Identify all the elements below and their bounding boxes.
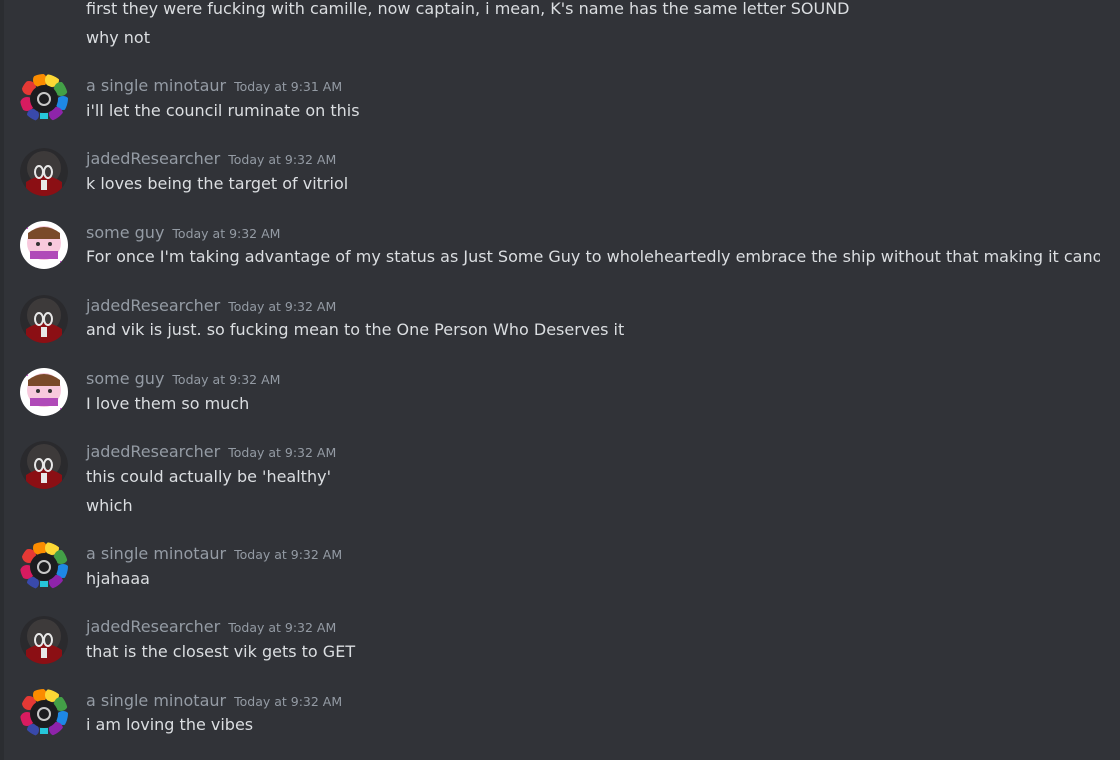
username[interactable]: jadedResearcher: [86, 617, 220, 636]
message-header: jadedResearcher Today at 9:32 AM: [86, 148, 336, 170]
pink-avatar-icon[interactable]: [20, 368, 68, 416]
message-text: and vik is just. so fucking mean to the …: [86, 320, 625, 339]
message-text: For once I'm taking advantage of my stat…: [86, 247, 1100, 266]
dark-avatar-icon[interactable]: [20, 441, 68, 489]
dark-avatar-icon[interactable]: [20, 148, 68, 196]
message-header: jadedResearcher Today at 9:32 AM: [86, 295, 336, 317]
message-text: k loves being the target of vitriol: [86, 174, 349, 193]
message-text: first they were fucking with camille, no…: [86, 0, 850, 18]
timestamp: Today at 9:32 AM: [172, 372, 281, 387]
message-header: jadedResearcher Today at 9:32 AM: [86, 616, 336, 638]
timestamp: Today at 9:31 AM: [234, 79, 343, 94]
dark-avatar-icon[interactable]: [20, 616, 68, 664]
rainbow-avatar-icon[interactable]: [20, 689, 68, 737]
message-header: a single minotaur Today at 9:31 AM: [86, 75, 342, 97]
username[interactable]: jadedResearcher: [86, 296, 220, 315]
rainbow-avatar-icon[interactable]: [20, 74, 68, 122]
message-text: hjahaaa: [86, 569, 150, 588]
left-divider: [0, 0, 4, 760]
timestamp: Today at 9:32 AM: [234, 694, 343, 709]
message-header: some guy Today at 9:32 AM: [86, 222, 280, 244]
username[interactable]: jadedResearcher: [86, 149, 220, 168]
message-text: i am loving the vibes: [86, 715, 254, 734]
message-text: i'll let the council ruminate on this: [86, 101, 360, 120]
message-text: I love them so much: [86, 394, 250, 413]
message-header: a single minotaur Today at 9:32 AM: [86, 543, 342, 565]
message-header: a single minotaur Today at 9:32 AM: [86, 690, 342, 712]
pink-avatar-icon[interactable]: [20, 221, 68, 269]
username[interactable]: jadedResearcher: [86, 442, 220, 461]
timestamp: Today at 9:32 AM: [228, 445, 337, 460]
timestamp: Today at 9:32 AM: [228, 299, 337, 314]
message-text: why not: [86, 28, 150, 47]
timestamp: Today at 9:32 AM: [228, 620, 337, 635]
timestamp: Today at 9:32 AM: [172, 226, 281, 241]
timestamp: Today at 9:32 AM: [234, 547, 343, 562]
message-text: that is the closest vik gets to GET: [86, 642, 356, 661]
rainbow-avatar-icon[interactable]: [20, 542, 68, 590]
message-text: this could actually be 'healthy': [86, 467, 331, 486]
timestamp: Today at 9:32 AM: [228, 152, 337, 167]
message-text: which: [86, 496, 133, 515]
message-header: jadedResearcher Today at 9:32 AM: [86, 441, 336, 463]
username[interactable]: a single minotaur: [86, 544, 226, 563]
username[interactable]: a single minotaur: [86, 691, 226, 710]
message-header: some guy Today at 9:32 AM: [86, 368, 280, 390]
username[interactable]: some guy: [86, 223, 164, 242]
username[interactable]: some guy: [86, 369, 164, 388]
dark-avatar-icon[interactable]: [20, 295, 68, 343]
username[interactable]: a single minotaur: [86, 76, 226, 95]
